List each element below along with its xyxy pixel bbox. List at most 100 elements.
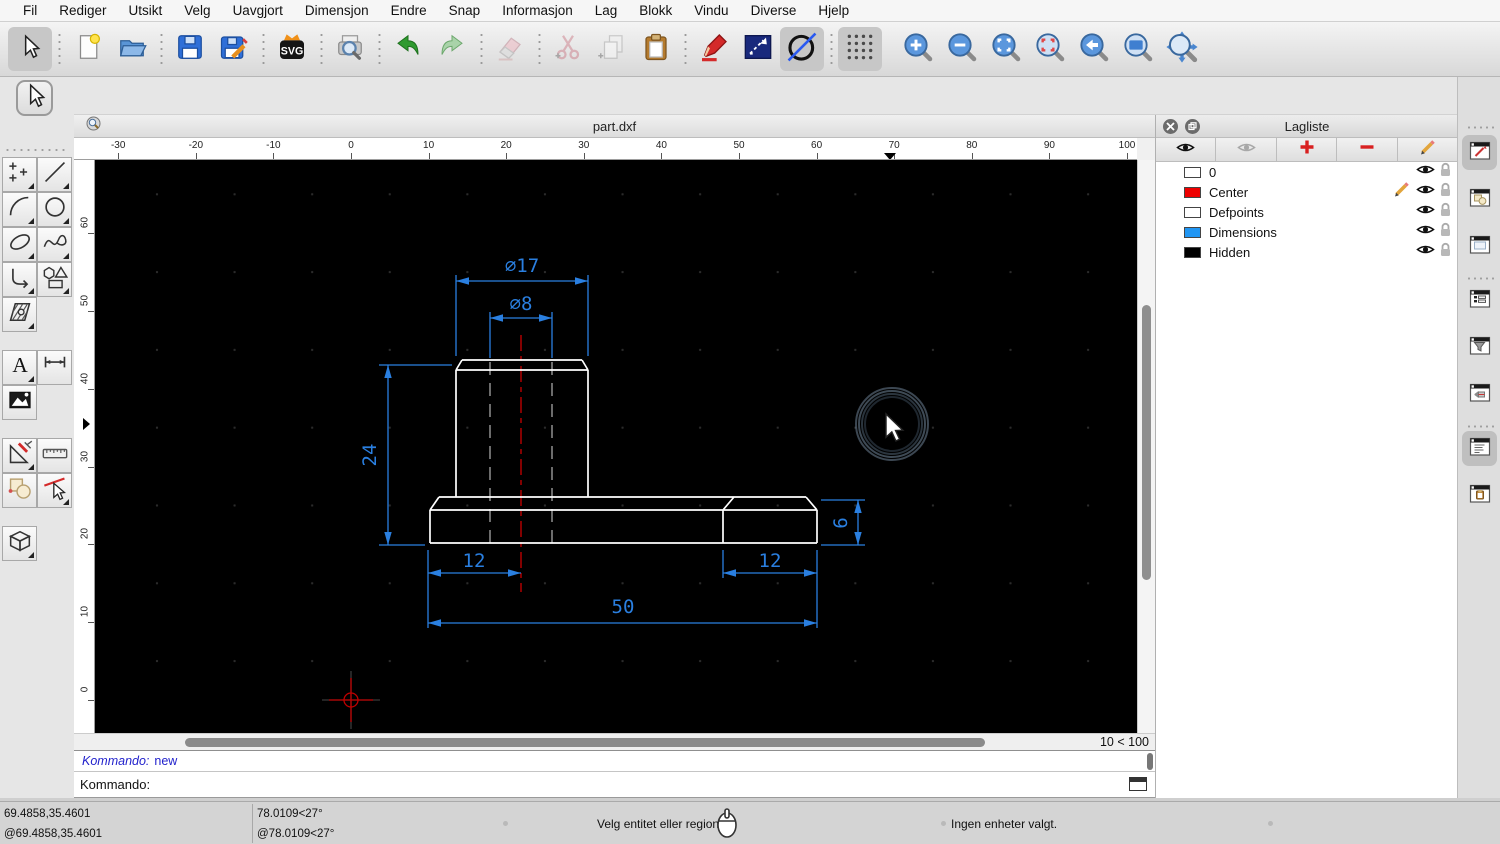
layer-lock-icon[interactable] (1439, 202, 1452, 223)
zoom-auto-button[interactable] (984, 27, 1028, 71)
layer-visibility-eye-icon[interactable] (1416, 223, 1435, 241)
dock-block-window-button[interactable] (1462, 182, 1497, 217)
layer-lock-icon[interactable] (1439, 182, 1452, 203)
grid-toggle[interactable] (838, 27, 882, 71)
open-file-button[interactable] (110, 27, 154, 71)
palette-drag-handle[interactable] (4, 147, 66, 153)
menu-utsikt[interactable]: Utsikt (118, 0, 174, 22)
command-history-scrollbar[interactable] (1147, 753, 1153, 770)
menu-snap[interactable]: Snap (438, 0, 492, 22)
zoom-pan-button[interactable] (1160, 27, 1204, 71)
tool-points-button[interactable] (2, 157, 37, 192)
remove-layer-button[interactable] (1337, 138, 1397, 161)
copy-button[interactable] (590, 27, 634, 71)
dock-section-window-button[interactable] (1462, 377, 1497, 412)
layer-lock-icon[interactable] (1439, 242, 1452, 263)
save-button[interactable] (168, 27, 212, 71)
layer-row-hidden[interactable]: Hidden (1156, 242, 1458, 262)
select-tool-button[interactable] (8, 27, 52, 71)
tool-dimension-button[interactable] (37, 350, 72, 385)
layer-color-swatch[interactable] (1184, 247, 1201, 258)
tool-measure-button[interactable] (37, 438, 72, 473)
undo-button[interactable] (386, 27, 430, 71)
drawing-canvas[interactable]: ⌀17 ⌀8 24 6 12 12 50 (95, 160, 1137, 733)
tool-modify-button[interactable] (2, 438, 37, 473)
tool-line-button[interactable] (37, 157, 72, 192)
vertical-scrollbar[interactable] (1137, 160, 1155, 733)
dock-layer-list-window-button[interactable] (1462, 283, 1497, 318)
line-attributes-button[interactable] (736, 27, 780, 71)
save-as-button[interactable] (212, 27, 256, 71)
tool-text-button[interactable]: A (2, 350, 37, 385)
tool-spline-button[interactable] (37, 227, 72, 262)
layer-row-defpoints[interactable]: Defpoints (1156, 202, 1458, 222)
layer-color-swatch[interactable] (1184, 167, 1201, 178)
dock-command-window-button[interactable] (1462, 431, 1497, 466)
tool-polyline-button[interactable] (2, 262, 37, 297)
horizontal-scrollbar[interactable]: 10 < 100 (74, 733, 1155, 750)
delete-button[interactable] (488, 27, 532, 71)
horizontal-scrollbar-thumb[interactable] (185, 738, 985, 747)
tool-order-button[interactable] (2, 473, 37, 508)
menu-lag[interactable]: Lag (584, 0, 629, 22)
drawing-title-bar[interactable]: part.dxf (74, 115, 1155, 138)
tool-select-entity-button[interactable] (37, 473, 72, 508)
paste-button[interactable] (634, 27, 678, 71)
show-all-button[interactable] (1156, 138, 1216, 161)
print-preview-button[interactable] (328, 27, 372, 71)
svg-export-button[interactable]: SVG (270, 27, 314, 71)
command-input-line[interactable]: Kommando: (74, 772, 1155, 798)
layer-visibility-eye-icon[interactable] (1416, 163, 1435, 181)
current-action-select-button[interactable] (16, 80, 53, 116)
menu-fil[interactable]: Fil (12, 0, 48, 22)
menu-vindu[interactable]: Vindu (683, 0, 739, 22)
menu-endre[interactable]: Endre (380, 0, 438, 22)
command-window-icon[interactable] (1129, 777, 1147, 791)
zoom-window-button[interactable] (1116, 27, 1160, 71)
tool-circle-button[interactable] (37, 192, 72, 227)
menu-blokk[interactable]: Blokk (628, 0, 683, 22)
menu-velg[interactable]: Velg (173, 0, 221, 22)
panel-detach-icon[interactable] (1185, 119, 1200, 134)
layer-row-dimensions[interactable]: Dimensions (1156, 222, 1458, 242)
zoom-select-button[interactable] (1028, 27, 1072, 71)
menu-hjelp[interactable]: Hjelp (807, 0, 860, 22)
panel-close-icon[interactable] (1163, 119, 1178, 134)
new-document-button[interactable] (66, 27, 110, 71)
vertical-scrollbar-thumb[interactable] (1142, 305, 1151, 580)
menu-dimensjon[interactable]: Dimensjon (294, 0, 380, 22)
dock-clipboard-window-button[interactable] (1462, 478, 1497, 513)
tool-solid-button[interactable] (2, 526, 37, 561)
layer-visibility-eye-icon[interactable] (1416, 183, 1435, 201)
zoom-out-button[interactable] (940, 27, 984, 71)
tool-shapes-button[interactable] (37, 262, 72, 297)
add-layer-button[interactable] (1277, 138, 1337, 161)
dock-draw-window-button[interactable] (1462, 135, 1497, 170)
zoom-in-button[interactable] (896, 27, 940, 71)
draft-mode-toggle[interactable] (780, 27, 824, 71)
layer-row-center[interactable]: Center (1156, 182, 1458, 202)
layer-color-swatch[interactable] (1184, 187, 1201, 198)
tool-image-button[interactable] (2, 385, 37, 420)
layer-lock-icon[interactable] (1439, 222, 1452, 243)
layer-color-swatch[interactable] (1184, 207, 1201, 218)
menu-rediger[interactable]: Rediger (48, 0, 117, 22)
cut-button[interactable] (546, 27, 590, 71)
pen-attributes-button[interactable] (692, 27, 736, 71)
hide-all-button[interactable] (1216, 138, 1276, 161)
layer-visibility-eye-icon[interactable] (1416, 203, 1435, 221)
layer-lock-icon[interactable] (1439, 162, 1452, 183)
menu-diverse[interactable]: Diverse (740, 0, 808, 22)
menu-uavgjort[interactable]: Uavgjort (222, 0, 294, 22)
redo-button[interactable] (430, 27, 474, 71)
dock-drag-handle[interactable] (1466, 125, 1494, 130)
zoom-previous-button[interactable] (1072, 27, 1116, 71)
dock-filter-window-button[interactable] (1462, 330, 1497, 365)
tool-ellipse-button[interactable] (2, 227, 37, 262)
layer-visibility-eye-icon[interactable] (1416, 243, 1435, 261)
menu-informasjon[interactable]: Informasjon (491, 0, 584, 22)
edit-layer-button[interactable] (1398, 138, 1458, 161)
tool-hatch-button[interactable] (2, 297, 37, 332)
layer-color-swatch[interactable] (1184, 227, 1201, 238)
dock-library-window-button[interactable] (1462, 229, 1497, 264)
